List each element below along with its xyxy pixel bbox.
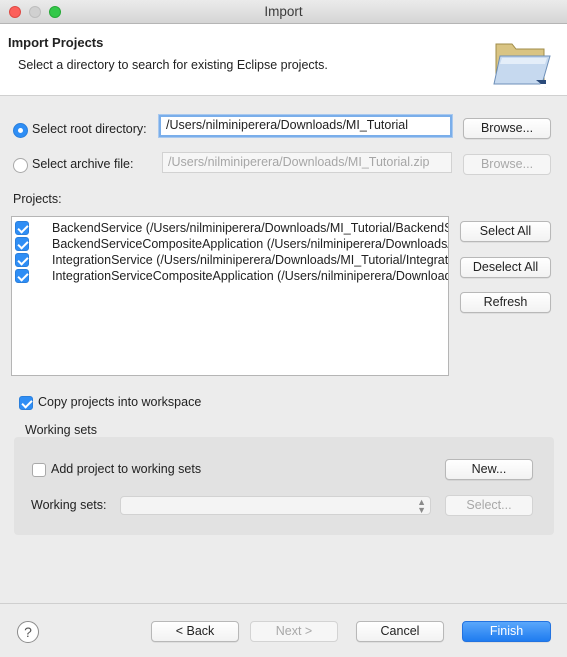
project-checkbox[interactable] xyxy=(15,253,29,267)
working-sets-select[interactable]: ▲ ▼ xyxy=(120,496,431,515)
back-button[interactable]: < Back xyxy=(151,621,239,642)
list-item[interactable]: BackendService (/Users/nilminiperera/Dow… xyxy=(12,220,448,236)
archive-file-label: Select archive file: xyxy=(32,157,134,171)
list-item[interactable]: IntegrationServiceCompositeApplication (… xyxy=(12,268,448,284)
project-checkbox[interactable] xyxy=(15,221,29,235)
add-to-working-sets-checkbox[interactable] xyxy=(32,463,46,477)
footer-divider xyxy=(0,603,567,604)
archive-file-input[interactable]: /Users/nilminiperera/Downloads/MI_Tutori… xyxy=(162,152,452,173)
root-directory-input[interactable]: /Users/nilminiperera/Downloads/MI_Tutori… xyxy=(159,115,452,137)
project-label: BackendService (/Users/nilminiperera/Dow… xyxy=(52,221,449,235)
page-description: Select a directory to search for existin… xyxy=(18,58,328,72)
list-item[interactable]: BackendServiceCompositeApplication (/Use… xyxy=(12,236,448,252)
browse-archive-button[interactable]: Browse... xyxy=(463,154,551,175)
refresh-button[interactable]: Refresh xyxy=(460,292,551,313)
help-icon[interactable]: ? xyxy=(17,621,39,643)
root-directory-radio[interactable] xyxy=(13,123,28,138)
add-to-working-sets-label: Add project to working sets xyxy=(51,462,202,476)
next-button[interactable]: Next > xyxy=(250,621,338,642)
project-checkbox[interactable] xyxy=(15,269,29,283)
select-working-set-button[interactable]: Select... xyxy=(445,495,533,516)
working-sets-group-label: Working sets xyxy=(25,423,98,437)
deselect-all-button[interactable]: Deselect All xyxy=(460,257,551,278)
root-directory-label: Select root directory: xyxy=(32,122,147,136)
copy-projects-checkbox[interactable] xyxy=(19,396,33,410)
projects-label: Projects: xyxy=(13,192,62,206)
project-label: BackendServiceCompositeApplication (/Use… xyxy=(52,237,448,251)
page-title: Import Projects xyxy=(8,35,104,50)
archive-file-radio[interactable] xyxy=(13,158,28,173)
working-sets-field-label: Working sets: xyxy=(31,498,107,512)
working-sets-group xyxy=(14,437,554,535)
new-working-set-button[interactable]: New... xyxy=(445,459,533,480)
title-bar: Import xyxy=(0,0,567,24)
window-title: Import xyxy=(264,4,303,19)
project-label: IntegrationServiceCompositeApplication (… xyxy=(52,269,449,283)
wizard-header: Import Projects Select a directory to se… xyxy=(0,24,567,96)
copy-projects-label: Copy projects into workspace xyxy=(38,395,202,409)
folder-open-icon xyxy=(493,43,551,88)
select-all-button[interactable]: Select All xyxy=(460,221,551,242)
chevron-up-down-icon: ▲ ▼ xyxy=(417,497,426,515)
finish-button[interactable]: Finish xyxy=(462,621,551,642)
projects-list[interactable]: BackendService (/Users/nilminiperera/Dow… xyxy=(11,216,449,376)
project-label: IntegrationService (/Users/nilminiperera… xyxy=(52,253,449,267)
cancel-button[interactable]: Cancel xyxy=(356,621,444,642)
browse-root-button[interactable]: Browse... xyxy=(463,118,551,139)
list-item[interactable]: IntegrationService (/Users/nilminiperera… xyxy=(12,252,448,268)
project-checkbox[interactable] xyxy=(15,237,29,251)
